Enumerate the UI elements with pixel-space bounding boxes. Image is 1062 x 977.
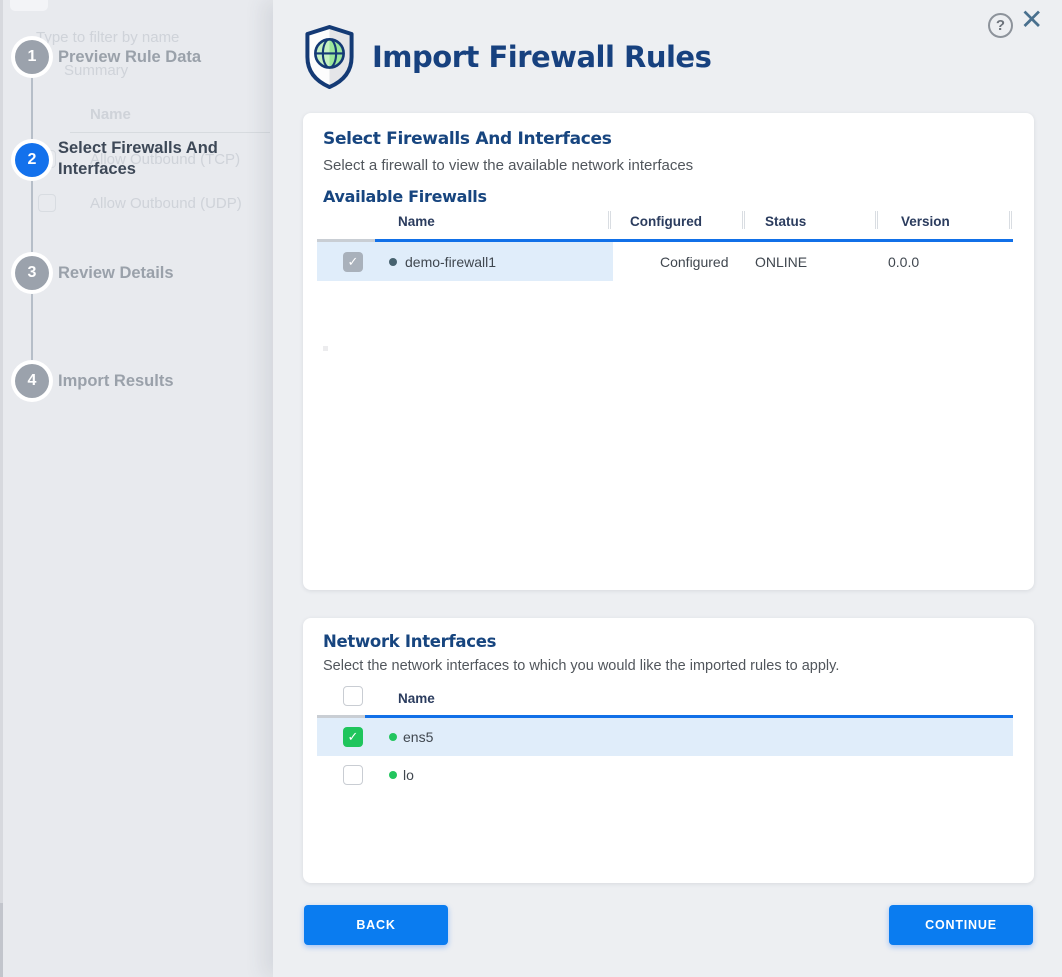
step-1-label: Preview Rule Data — [58, 47, 238, 68]
interface-name: ens5 — [403, 729, 433, 745]
loading-artifact-dot — [323, 346, 328, 351]
continue-button[interactable]: CONTINUE — [889, 905, 1033, 945]
network-interfaces-card: Network Interfaces Select the network in… — [303, 618, 1034, 883]
firewall-version-value: 0.0.0 — [888, 254, 919, 270]
shield-globe-icon — [303, 24, 356, 95]
ghost-name-header: Name — [90, 106, 131, 123]
firewall-name: demo-firewall1 — [405, 254, 496, 270]
check-icon: ✓ — [348, 254, 359, 270]
card-title: Network Interfaces — [323, 632, 496, 651]
step-3-number: 3 — [28, 264, 37, 282]
step-3-circle: 3 — [15, 256, 49, 290]
card-title: Select Firewalls And Interfaces — [323, 129, 612, 149]
help-button[interactable]: ? — [988, 13, 1013, 38]
page-edge-strip-bottom — [0, 903, 3, 977]
ghost-rule-udp: Allow Outbound (UDP) — [90, 195, 242, 212]
firewall-status-dot — [389, 258, 397, 266]
check-icon: ✓ — [348, 729, 359, 745]
card-subtitle: Select the network interfaces to which y… — [323, 658, 839, 674]
column-resize-handle[interactable] — [742, 211, 745, 229]
page-edge-strip — [0, 0, 3, 977]
interface-status-dot — [389, 733, 397, 741]
column-header-version: Version — [901, 214, 950, 229]
step-4-circle: 4 — [15, 364, 49, 398]
firewall-status-value: ONLINE — [755, 254, 807, 270]
interface-status-dot — [389, 771, 397, 779]
available-firewalls-heading: Available Firewalls — [323, 187, 487, 206]
back-button[interactable]: BACK — [304, 905, 448, 945]
column-resize-handle[interactable] — [608, 211, 611, 229]
ghost-filter-placeholder: Type to filter by name — [36, 29, 179, 46]
step-2-number: 2 — [28, 151, 37, 169]
interface-lo-checkbox[interactable] — [343, 765, 363, 785]
wizard-sidebar: Type to filter by name Summary Name Allo… — [0, 0, 273, 977]
question-mark-icon: ? — [996, 17, 1005, 34]
dialog-title: Import Firewall Rules — [372, 40, 711, 74]
step-2-circle: 2 — [15, 143, 49, 177]
column-header-configured: Configured — [630, 214, 702, 229]
import-firewall-rules-dialog: Import Firewall Rules ? ✕ Select Firewal… — [273, 0, 1062, 977]
step-4-number: 4 — [28, 372, 37, 390]
column-resize-handle[interactable] — [1009, 211, 1012, 229]
step-1-number: 1 — [28, 48, 37, 66]
ghost-divider-line — [70, 132, 270, 133]
close-icon[interactable]: ✕ — [1020, 6, 1043, 34]
card-subtitle: Select a firewall to view the available … — [323, 157, 693, 174]
ghost-checkbox — [38, 194, 56, 212]
step-1-circle: 1 — [15, 40, 49, 74]
column-resize-handle[interactable] — [875, 211, 878, 229]
step-4-label: Import Results — [58, 371, 238, 392]
step-2-label: Select Firewalls And Interfaces — [58, 138, 238, 179]
select-all-interfaces-checkbox[interactable] — [343, 686, 363, 706]
column-header-status: Status — [765, 214, 806, 229]
select-firewalls-card: Select Firewalls And Interfaces Select a… — [303, 113, 1034, 590]
interface-name: lo — [403, 767, 414, 783]
column-header-name: Name — [398, 691, 435, 706]
firewall-row-checkbox[interactable]: ✓ — [343, 252, 363, 272]
column-header-name: Name — [398, 214, 435, 229]
stepper-connector-line — [31, 57, 33, 381]
interface-ens5-checkbox[interactable]: ✓ — [343, 727, 363, 747]
background-tab-ghost — [10, 0, 48, 11]
firewall-configured-value: Configured — [660, 254, 729, 270]
step-3-label: Review Details — [58, 263, 238, 284]
